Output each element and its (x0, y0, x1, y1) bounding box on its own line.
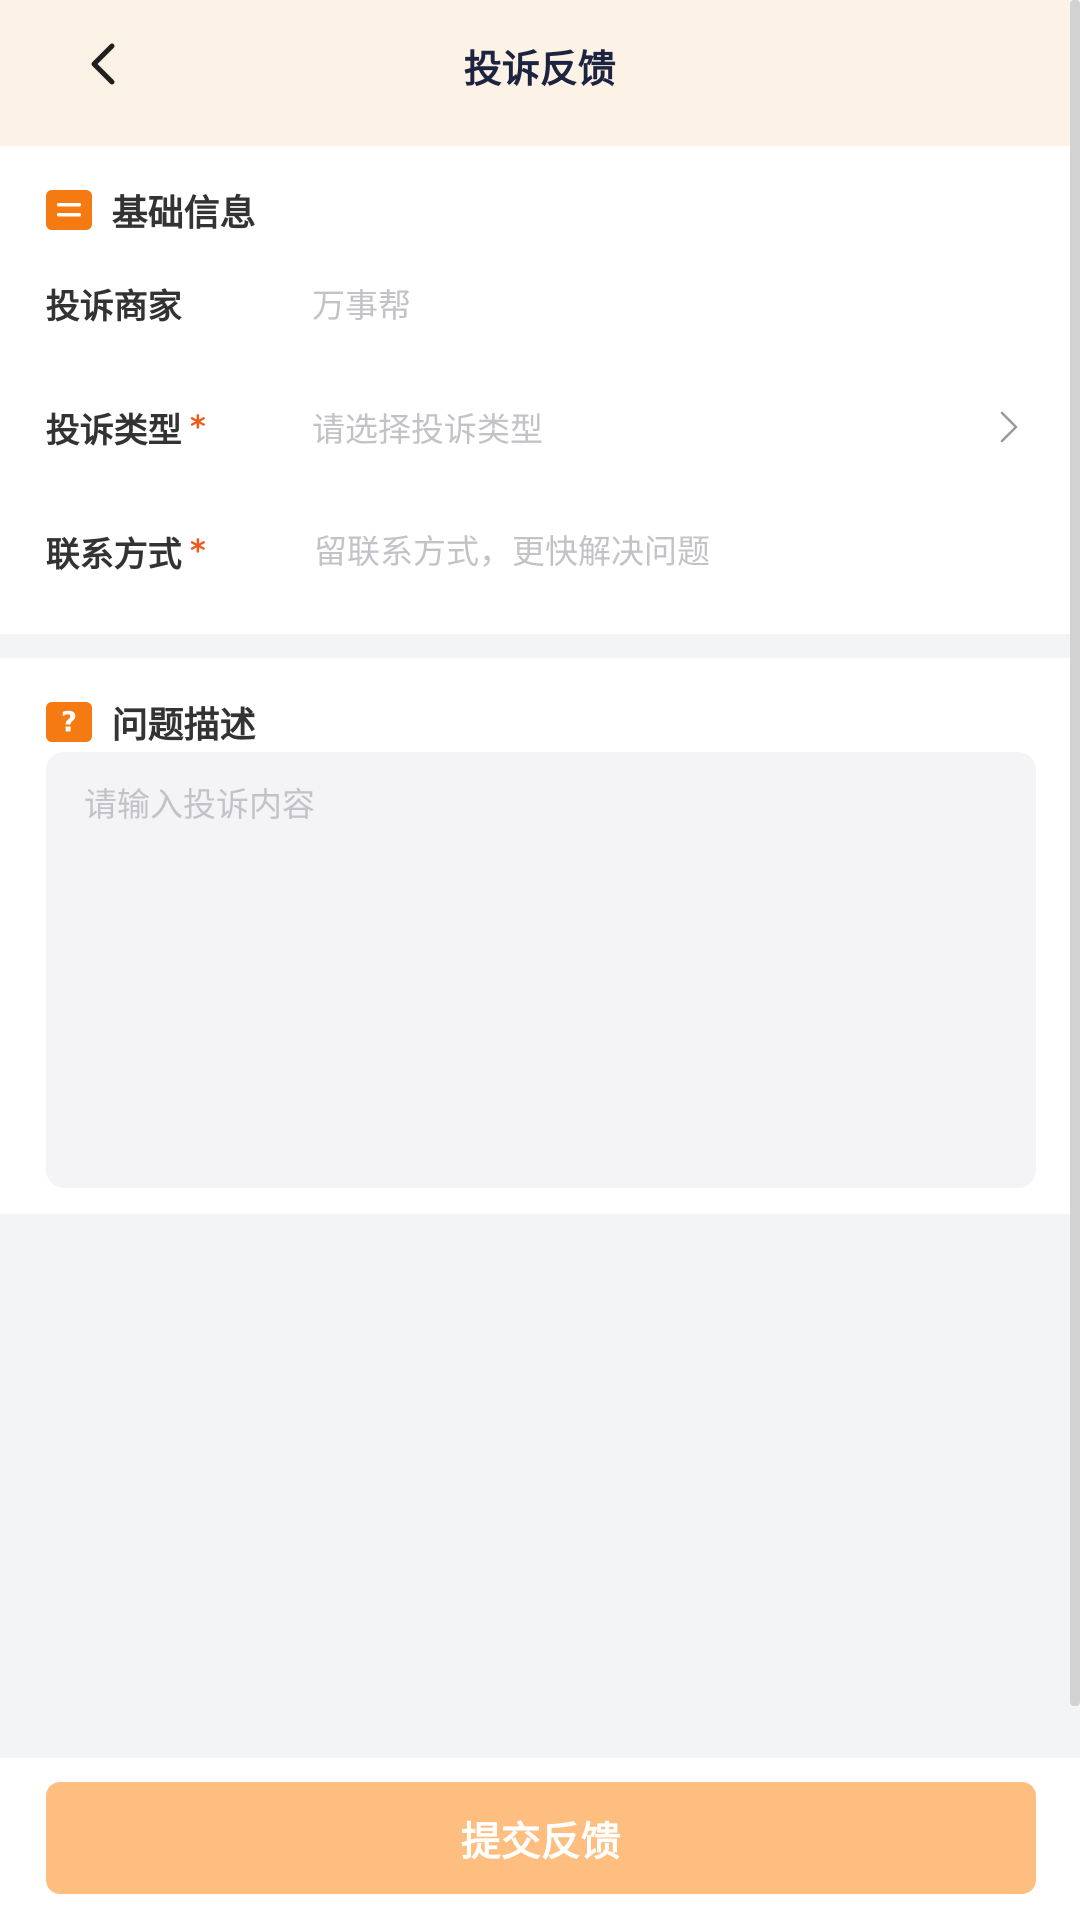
complaint-type-placeholder: 请选择投诉类型 (312, 410, 543, 449)
header-bar: 投诉反馈 (0, 0, 1080, 146)
description-section: ? 问题描述 (0, 658, 1080, 1214)
complaint-type-label-text: 投诉类型 (46, 410, 182, 451)
required-mark: * (190, 533, 206, 569)
basic-info-section: 基础信息 投诉商家 万事帮 投诉类型 * 请选择投诉类型 联系方式 * 留联系方… (0, 146, 1080, 634)
complaint-content-textarea[interactable] (82, 776, 1002, 1170)
bottom-bar: 提交反馈 (0, 1758, 1080, 1920)
contact-row: 联系方式 * (0, 516, 1080, 586)
description-box (46, 752, 1036, 1188)
basic-info-title: 基础信息 (112, 193, 257, 234)
merchant-label-text: 投诉商家 (46, 286, 182, 327)
page-title: 投诉反馈 (463, 47, 616, 91)
merchant-label: 投诉商家 (46, 279, 182, 328)
list-icon (46, 190, 92, 230)
description-title: 问题描述 (112, 705, 257, 746)
chevron-right-icon (994, 407, 1024, 447)
contact-input[interactable] (312, 520, 1016, 582)
contact-label-text: 联系方式 (46, 534, 182, 575)
question-icon: ? (46, 702, 92, 742)
complaint-type-picker[interactable]: 投诉类型 * 请选择投诉类型 (0, 392, 1080, 462)
submit-feedback-button[interactable]: 提交反馈 (46, 1782, 1036, 1894)
required-mark: * (190, 409, 206, 445)
complaint-type-label: 投诉类型 * (46, 403, 206, 452)
question-glyph: ? (60, 705, 78, 738)
merchant-row: 投诉商家 万事帮 (0, 268, 1080, 338)
description-header: ? 问题描述 (46, 696, 256, 748)
merchant-value: 万事帮 (312, 286, 411, 325)
contact-label: 联系方式 * (46, 527, 206, 576)
complaint-feedback-page: 投诉反馈 基础信息 投诉商家 万事帮 投诉类型 * 请选择投诉类型 联系方式 *… (0, 0, 1080, 1920)
basic-info-header: 基础信息 (46, 184, 256, 236)
scrollbar[interactable] (1070, 0, 1080, 1706)
